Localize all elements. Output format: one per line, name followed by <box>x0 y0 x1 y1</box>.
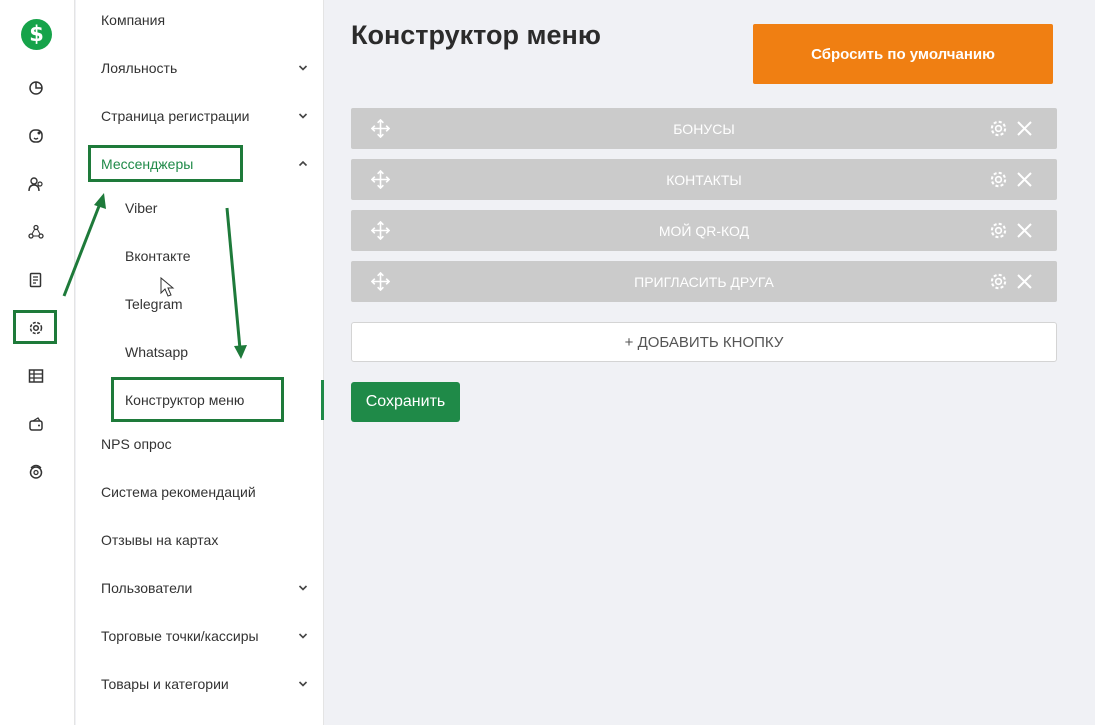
close-icon[interactable] <box>1016 273 1033 290</box>
menu-button-label: БОНУСЫ <box>673 120 735 137</box>
chevron-down-icon <box>298 580 308 591</box>
menu-item-label: Пользователи <box>101 580 193 596</box>
wallet-icon[interactable] <box>26 414 46 434</box>
dollar-icon: $ <box>29 22 44 46</box>
menu-item-label: Whatsapp <box>125 344 189 360</box>
network-icon[interactable] <box>26 222 46 242</box>
page-title: Конструктор меню <box>351 20 601 50</box>
chevron-down-icon <box>298 628 308 639</box>
menu-button-row[interactable]: МОЙ QR-КОД <box>351 210 1057 251</box>
gear-icon[interactable] <box>989 272 1008 291</box>
menu-item-label: Торговые точки/кассиры <box>101 628 259 644</box>
menu-item-label: Конструктор меню <box>125 392 245 408</box>
move-icon[interactable] <box>370 118 391 139</box>
document-icon[interactable] <box>26 270 46 290</box>
menu-button-row[interactable]: ПРИГЛАСИТЬ ДРУГА <box>351 261 1057 302</box>
icon-rail: $ <box>0 0 75 725</box>
settings-submenu: Компания Лояльность Страница регистрации… <box>76 0 324 725</box>
menu-item-label: Вконтакте <box>125 248 191 264</box>
menu-item-loyalty[interactable]: Лояльность <box>76 44 324 92</box>
menu-item-label: Мессенджеры <box>101 156 194 172</box>
logo[interactable]: $ <box>21 19 52 50</box>
settings-highlight-box <box>13 310 57 344</box>
reset-default-button[interactable]: Сбросить по умолчанию <box>753 24 1053 84</box>
menu-item-label: Telegram <box>125 296 183 312</box>
menu-item-label: Товары и категории <box>101 676 229 692</box>
menu-item-recommendations[interactable]: Система рекомендаций <box>76 468 324 516</box>
menu-item-whatsapp[interactable]: Whatsapp <box>76 328 324 376</box>
support-icon[interactable] <box>26 462 46 482</box>
menu-button-label: КОНТАКТЫ <box>666 171 742 188</box>
close-icon[interactable] <box>1016 171 1033 188</box>
chevron-down-icon <box>298 676 308 687</box>
menu-button-label: МОЙ QR-КОД <box>658 222 750 239</box>
menu-item-label: Компания <box>101 12 166 28</box>
move-icon[interactable] <box>370 169 391 190</box>
menu-item-label: Отзывы на картах <box>101 532 219 548</box>
menu-item-viber[interactable]: Viber <box>76 184 324 232</box>
gear-icon[interactable] <box>989 170 1008 189</box>
table-icon[interactable] <box>26 366 46 386</box>
menu-item-map-reviews[interactable]: Отзывы на картах <box>76 516 324 564</box>
menu-item-label: Система рекомендаций <box>101 484 256 500</box>
menu-item-label: Viber <box>125 200 158 216</box>
menu-item-users[interactable]: Пользователи <box>76 564 324 612</box>
chevron-down-icon <box>298 108 308 119</box>
menu-item-menu-builder[interactable]: Конструктор меню <box>76 376 324 424</box>
menu-item-outlets[interactable]: Торговые точки/кассиры <box>76 612 324 660</box>
chevron-up-icon <box>298 156 308 167</box>
menu-item-products[interactable]: Товары и категории <box>76 660 324 708</box>
active-indicator <box>321 380 324 420</box>
menu-button-row[interactable]: БОНУСЫ <box>351 108 1057 149</box>
menu-button-row[interactable]: КОНТАКТЫ <box>351 159 1057 200</box>
users-icon[interactable] <box>26 174 46 194</box>
save-button[interactable]: Сохранить <box>351 382 460 422</box>
menu-button-label: ПРИГЛАСИТЬ ДРУГА <box>634 273 774 290</box>
move-icon[interactable] <box>370 271 391 292</box>
menu-item-telegram[interactable]: Telegram <box>76 280 324 328</box>
chevron-down-icon <box>298 60 308 71</box>
add-button-button[interactable]: + ДОБАВИТЬ КНОПКУ <box>351 322 1057 362</box>
menu-item-messengers[interactable]: Мессенджеры <box>76 140 324 188</box>
close-icon[interactable] <box>1016 222 1033 239</box>
move-icon[interactable] <box>370 220 391 241</box>
dashboard-icon[interactable] <box>26 78 46 98</box>
gear-icon[interactable] <box>989 119 1008 138</box>
gear-icon[interactable] <box>989 221 1008 240</box>
menu-item-label: Страница регистрации <box>101 108 250 124</box>
close-icon[interactable] <box>1016 120 1033 137</box>
menu-item-registration-page[interactable]: Страница регистрации <box>76 92 324 140</box>
menu-item-label: NPS опрос <box>101 436 172 452</box>
menu-item-nps-survey[interactable]: NPS опрос <box>76 420 324 468</box>
chat-icon[interactable] <box>26 126 46 146</box>
menu-item-vkontakte[interactable]: Вконтакте <box>76 232 324 280</box>
menu-item-label: Лояльность <box>101 60 178 76</box>
menu-item-company[interactable]: Компания <box>76 0 324 44</box>
